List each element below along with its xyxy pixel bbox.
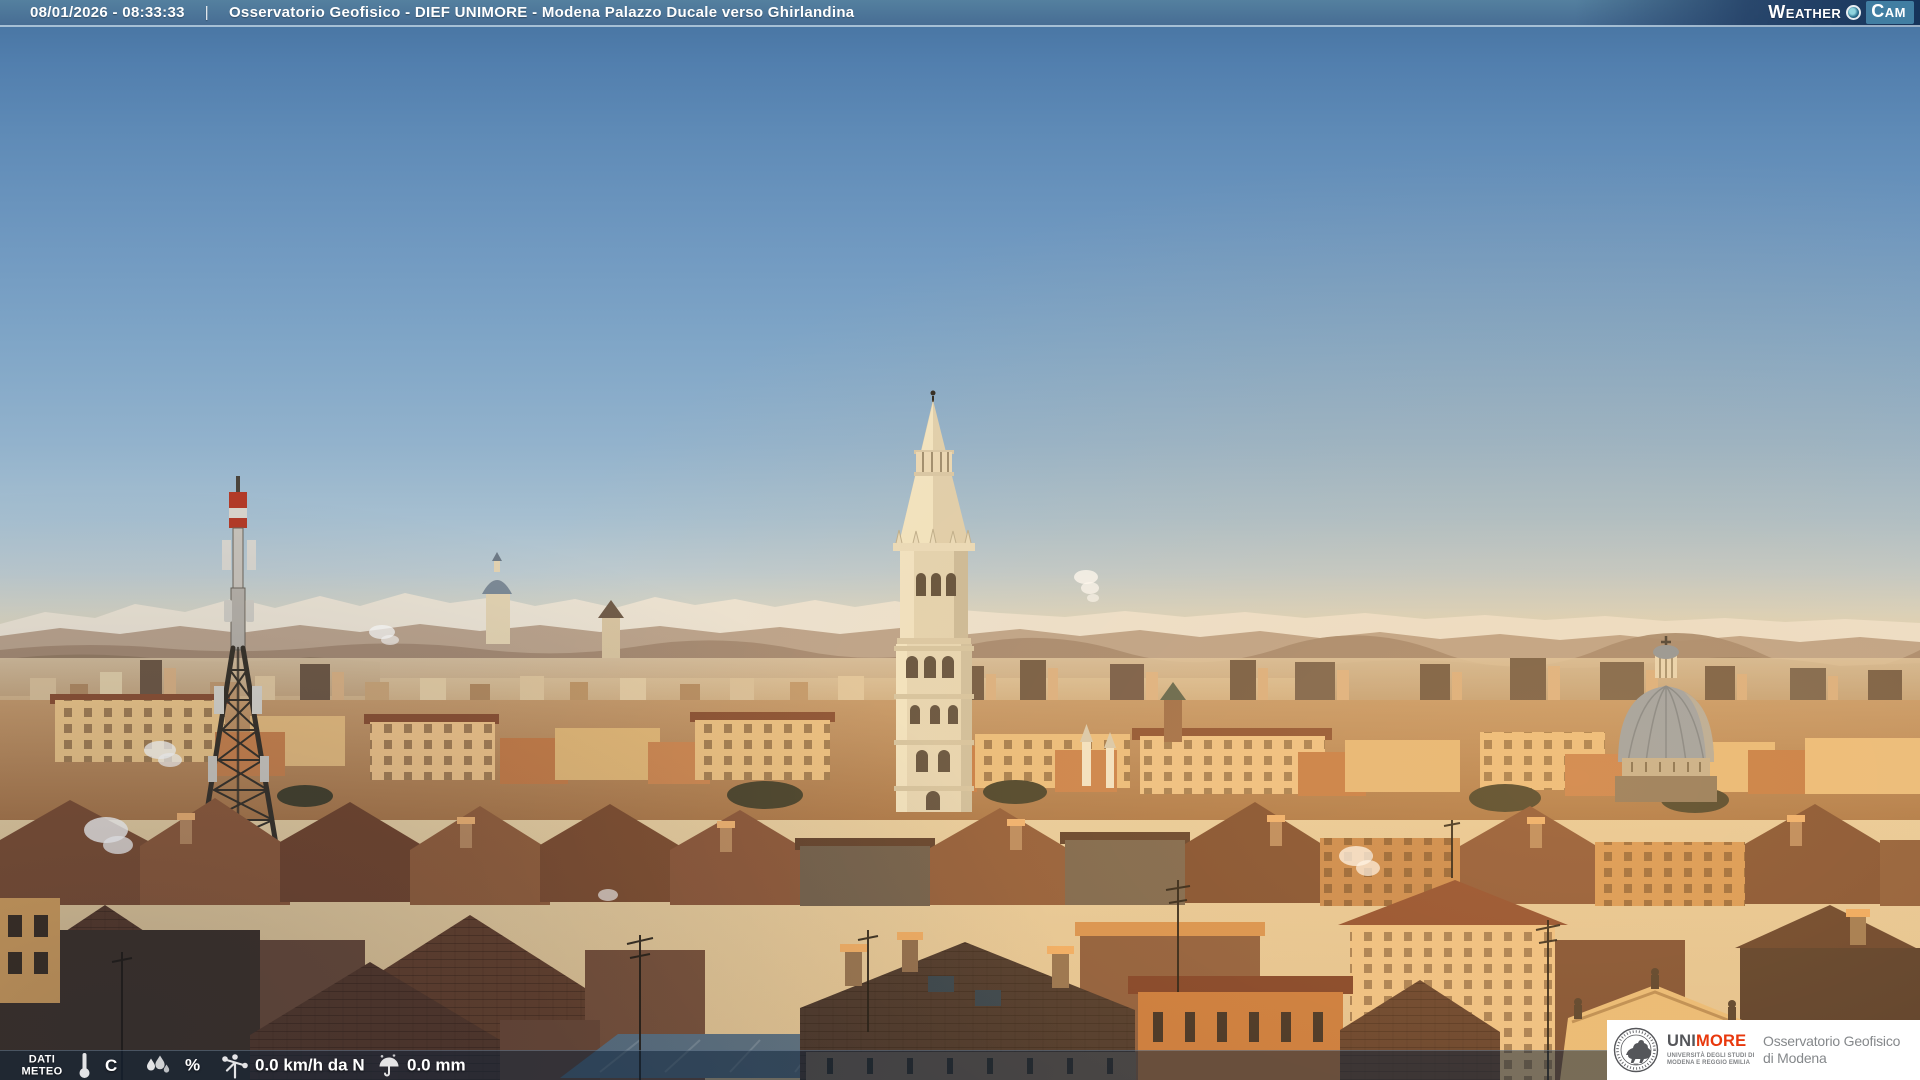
humidity-reading: % (144, 1054, 200, 1077)
camera-dot-icon (1846, 5, 1862, 20)
datetime-text: 08/01/2026 - 08:33:33 (30, 4, 185, 21)
rain-reading: 0.0 mm (378, 1054, 466, 1077)
wind-value: 0.0 km/h da N (255, 1055, 365, 1075)
unimore-more-text: MORE (1696, 1032, 1747, 1051)
thermometer-icon (79, 1052, 90, 1078)
rain-value: 0.0 mm (407, 1055, 466, 1075)
unimore-logo-box: UNIMORE UNIVERSITÀ DEGLI STUDI DI MODENA… (1607, 1020, 1920, 1080)
meteo-label: DATI METEO (12, 1053, 72, 1078)
top-info-bar: 08/01/2026 - 08:33:33 | Osservatorio Geo… (0, 0, 1920, 27)
observatory-name-line2: di Modena (1763, 1050, 1827, 1066)
meteo-label-line1: DATI (28, 1053, 56, 1065)
camera-caption: 08/01/2026 - 08:33:33 | Osservatorio Geo… (0, 4, 854, 21)
observatory-name: Osservatorio Geofisico di Modena (1763, 1033, 1900, 1067)
umbrella-icon (379, 1054, 399, 1076)
weathercam-logo: Weather Cam (1768, 0, 1920, 25)
unimore-wordmark: UNIMORE UNIVERSITÀ DEGLI STUDI DI MODENA… (1667, 1033, 1755, 1067)
weathercam-cam-text: Cam (1866, 1, 1914, 24)
observatory-name-line1: Osservatorio Geofisico (1763, 1033, 1901, 1049)
caption-separator: | (204, 4, 209, 21)
drops-icon (147, 1055, 170, 1073)
temperature-reading: C (78, 1052, 118, 1079)
cityscape-scene (0, 0, 1920, 1080)
wind-reading: 0.0 km/h da N (222, 1053, 365, 1078)
shadow-overlay (0, 0, 1920, 1080)
anemometer-icon (222, 1053, 248, 1078)
unimore-uni-text: UNI (1667, 1032, 1697, 1051)
humidity-unit: % (185, 1055, 201, 1075)
temperature-unit: C (105, 1055, 118, 1075)
webcam-viewport: 08/01/2026 - 08:33:33 | Osservatorio Geo… (0, 0, 1920, 1080)
unimore-subline2: MODENA E REGGIO EMILIA (1667, 1059, 1751, 1066)
unimore-seal-icon (1613, 1027, 1659, 1073)
webcam-image (0, 0, 1920, 1080)
weathercam-weather-text: Weather (1768, 2, 1842, 22)
meteo-label-line2: METEO (21, 1065, 63, 1078)
camera-title: Osservatorio Geofisico - DIEF UNIMORE - … (228, 4, 855, 21)
unimore-subline1: UNIVERSITÀ DEGLI STUDI DI (1667, 1052, 1755, 1059)
